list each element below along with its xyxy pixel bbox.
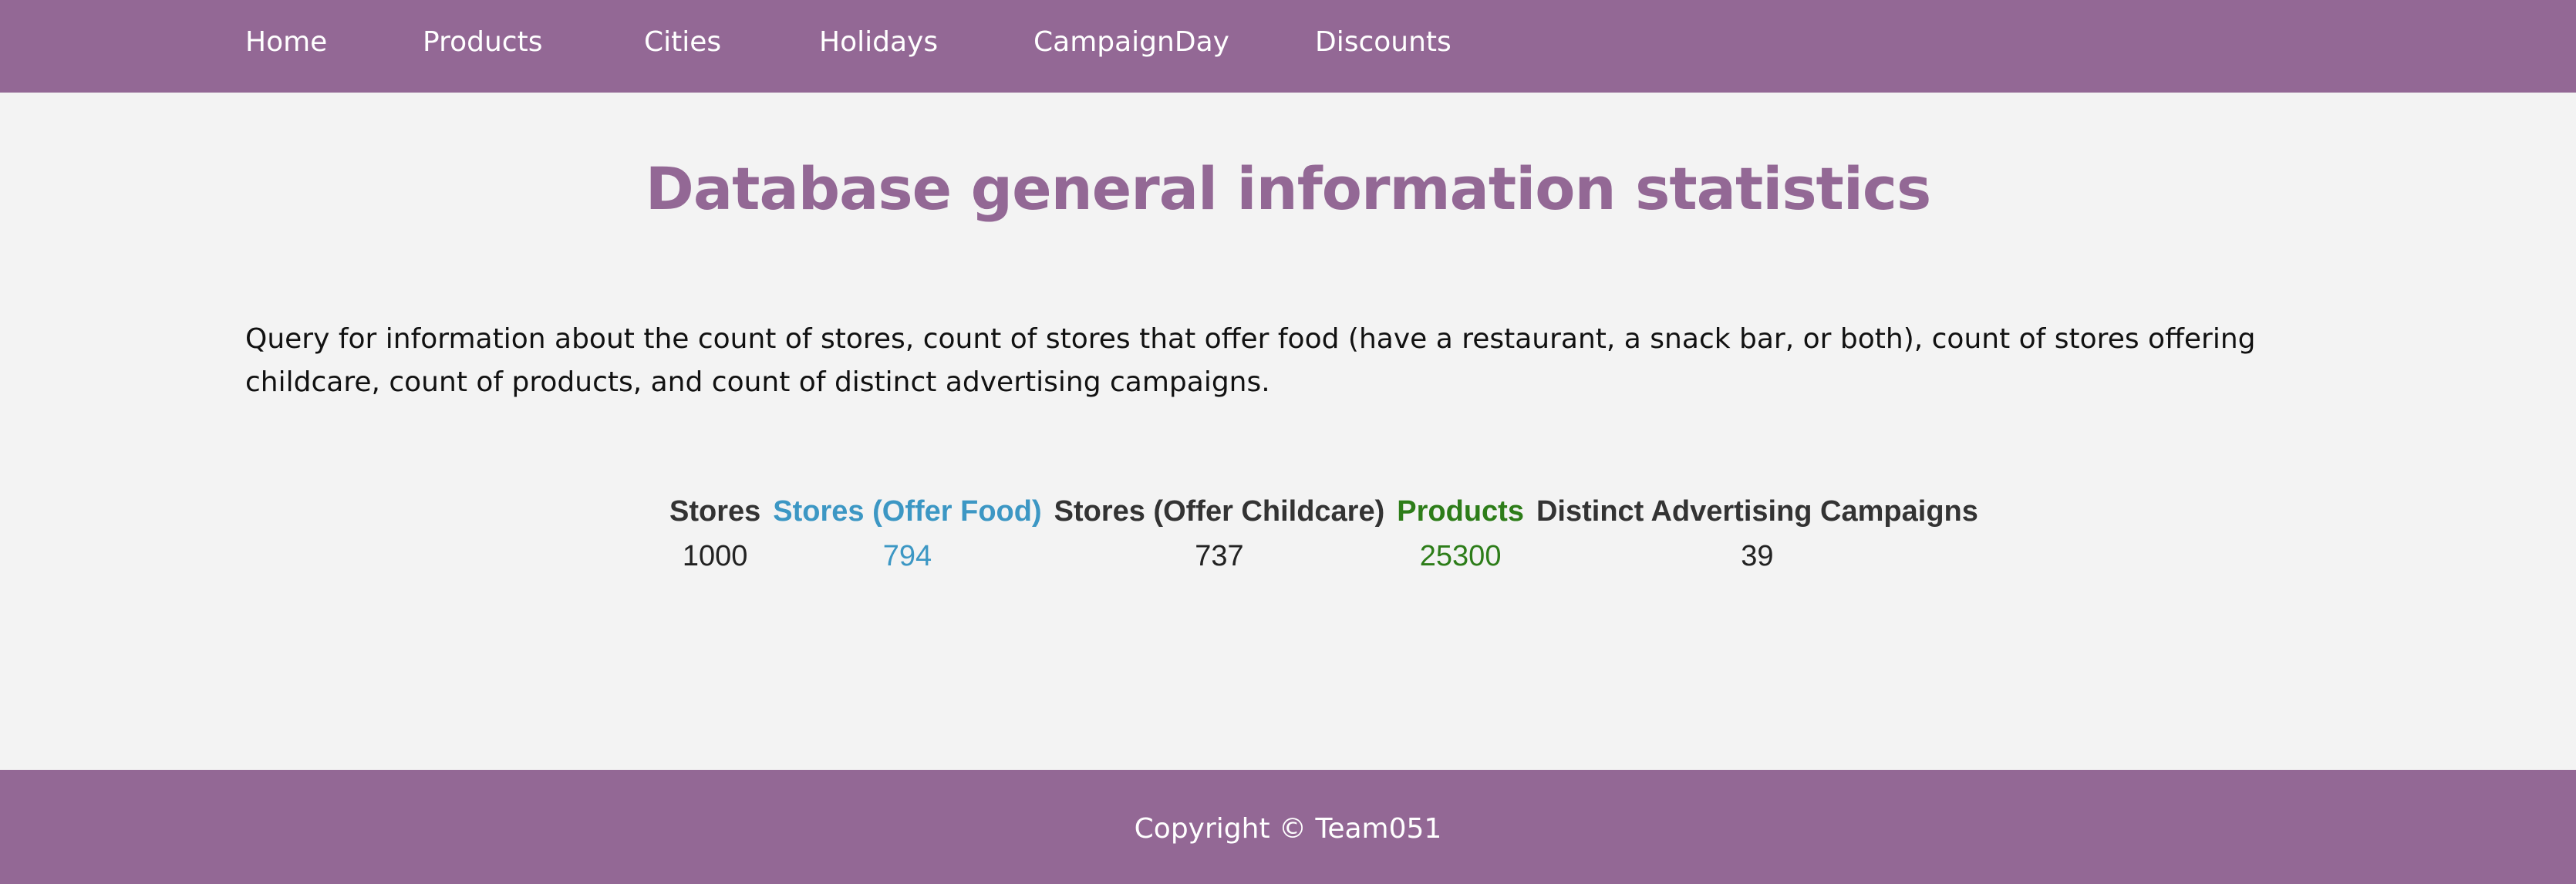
value-products: 25300 bbox=[1419, 539, 1502, 572]
nav-link-discounts[interactable]: Discounts bbox=[1315, 23, 1452, 62]
value-stores: 1000 bbox=[682, 539, 748, 572]
nav-link-cities[interactable]: Cities bbox=[644, 23, 721, 62]
nav-link-products[interactable]: Products bbox=[423, 23, 542, 62]
footer: Copyright © Team051 bbox=[0, 770, 2576, 884]
table-row: 1000 794 737 25300 39 bbox=[669, 537, 1978, 575]
table-header-row: Stores Stores (Offer Food) Stores (Offer… bbox=[669, 492, 1978, 531]
value-stores-offer-food: 794 bbox=[882, 539, 932, 572]
copyright-text: Copyright © Team051 bbox=[1134, 813, 1442, 845]
query-description: Query for information about the count of… bbox=[245, 323, 2256, 398]
nav-link-campaignday[interactable]: CampaignDay bbox=[1033, 23, 1229, 62]
nav-link-holidays[interactable]: Holidays bbox=[819, 23, 938, 62]
statistics-table: Stores Stores (Offer Food) Stores (Offer… bbox=[657, 486, 1991, 582]
header-stores-offer-childcare: Stores (Offer Childcare) bbox=[1054, 494, 1385, 528]
page-title: Database general information statistics bbox=[645, 154, 1931, 223]
header-stores: Stores bbox=[669, 494, 761, 528]
header-distinct-advertising-campaigns: Distinct Advertising Campaigns bbox=[1536, 494, 1978, 528]
value-distinct-advertising-campaigns: 39 bbox=[1741, 539, 1774, 572]
value-stores-offer-childcare: 737 bbox=[1195, 539, 1244, 572]
header-stores-offer-food: Stores (Offer Food) bbox=[773, 494, 1042, 528]
nav-link-home[interactable]: Home bbox=[245, 23, 327, 62]
top-navigation-bar: Home Products Cities Holidays CampaignDa… bbox=[0, 0, 2576, 93]
header-products: Products bbox=[1397, 494, 1524, 528]
